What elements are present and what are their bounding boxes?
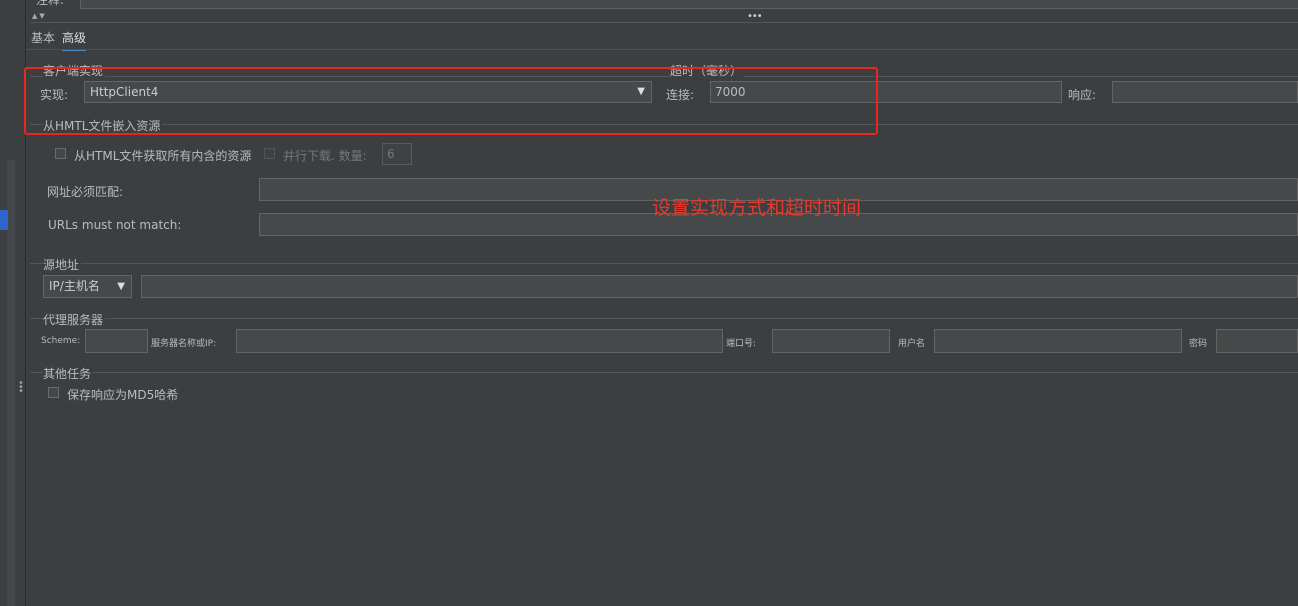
splitter-dots-icon[interactable]: ••• [747,11,763,22]
proxy-password-label: 密码 [1189,339,1208,349]
md5-label: 保存响应为MD5哈希 [67,388,179,402]
comment-field[interactable] [80,0,1298,9]
source-type-value: IP/主机名 [49,279,100,293]
source-group-title: 源地址 [43,256,82,273]
scheme-label: Scheme: [41,336,81,346]
splitter-drag-handle-icon[interactable]: • • • [18,379,24,397]
left-selection-marker [0,210,8,230]
proxy-port-input[interactable] [772,329,890,353]
must-match-label: 网址必须匹配: [47,185,124,199]
proxy-port-label: 端口号: [726,339,757,349]
proxy-password-input[interactable] [1216,329,1298,353]
tab-underline [26,49,1298,50]
source-type-select[interactable]: IP/主机名 ▼ [43,275,132,298]
annotation-text: 设置实现方式和超时时间 [652,197,862,219]
other-group-title: 其他任务 [43,365,94,382]
top-separator [30,22,1298,23]
source-address-input[interactable] [141,275,1298,298]
scheme-input[interactable] [85,329,148,353]
proxy-server-input[interactable] [236,329,723,353]
group-border [30,318,1298,319]
parallel-count-input[interactable]: 6 [382,143,412,165]
must-not-match-label: URLs must not match: [48,218,182,232]
proxy-user-label: 用户名 [898,339,926,349]
response-timeout-label: 响应: [1068,88,1097,102]
tab-basic[interactable]: 基本 [31,29,55,49]
fetch-all-label: 从HTML文件获取所有内含的资源 [74,149,252,163]
collapse-arrows-icon[interactable]: ▲▼ [32,12,47,20]
fetch-all-checkbox[interactable] [55,148,66,159]
proxy-user-input[interactable] [934,329,1182,353]
parallel-checkbox[interactable] [264,148,275,159]
proxy-group-title: 代理服务器 [43,311,106,328]
proxy-server-label: 服务器名称或IP: [151,339,217,349]
parallel-label: 并行下载. 数量: [283,149,367,163]
group-border [30,372,1298,373]
response-timeout-input[interactable] [1112,81,1298,103]
chevron-down-icon: ▼ [117,281,125,292]
annotation-highlight-box [24,67,878,135]
comment-label: 注释: [36,0,65,7]
tab-advanced[interactable]: 高级 [62,29,87,51]
md5-checkbox[interactable] [48,387,59,398]
left-scrollbar-track[interactable] [7,160,15,606]
group-border [30,263,1298,264]
